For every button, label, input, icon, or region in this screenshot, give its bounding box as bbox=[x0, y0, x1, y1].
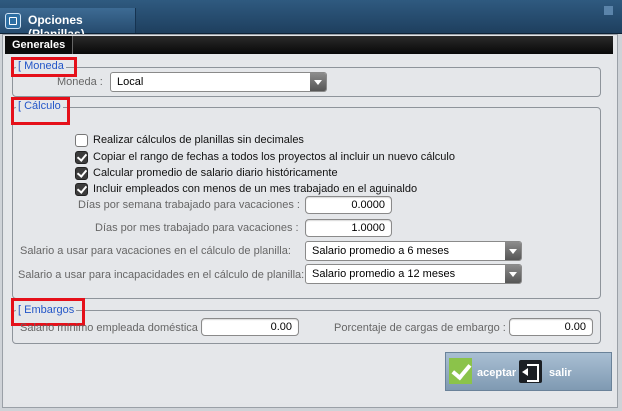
checkbox-incluir-aguinaldo[interactable] bbox=[75, 183, 88, 196]
salario-minimo-label: Salario mínimo empleada doméstica bbox=[20, 322, 198, 334]
calculo-highlight bbox=[11, 97, 70, 125]
salario-minimo-value: 0.00 bbox=[270, 321, 292, 333]
checkbox-promedio-salario[interactable] bbox=[75, 167, 88, 180]
dias-semana-value: 0.0000 bbox=[351, 199, 385, 211]
dias-semana-label: Días por semana trabajado para vacacione… bbox=[78, 199, 300, 211]
salario-incapacidades-label: Salario a usar para incapacidades en el … bbox=[18, 269, 305, 281]
dias-mes-input[interactable]: 1.0000 bbox=[305, 219, 392, 237]
window-tab[interactable]: Opciones (Planillas) bbox=[0, 8, 136, 41]
window-control-icon[interactable] bbox=[604, 6, 613, 15]
chevron-down-icon[interactable] bbox=[505, 242, 521, 260]
dias-mes-value: 1.0000 bbox=[351, 222, 385, 234]
exit-icon[interactable] bbox=[519, 360, 542, 383]
porcentaje-embargo-input[interactable]: 0.00 bbox=[509, 318, 593, 336]
window-icon bbox=[5, 13, 21, 29]
chevron-down-icon[interactable] bbox=[310, 73, 326, 91]
chevron-down-icon[interactable] bbox=[505, 265, 521, 283]
tab-generales-label: Generales bbox=[12, 39, 66, 51]
moneda-select[interactable]: Local bbox=[110, 72, 327, 92]
checkbox-sin-decimales[interactable] bbox=[75, 134, 88, 147]
porcentaje-embargo-label: Porcentaje de cargas de embargo : bbox=[334, 322, 506, 334]
checkbox-sin-decimales-label: Realizar cálculos de planillas sin decim… bbox=[93, 134, 304, 146]
dias-semana-input[interactable]: 0.0000 bbox=[305, 196, 392, 214]
tab-generales[interactable]: Generales bbox=[5, 36, 73, 54]
salario-vacaciones-label: Salario a usar para vacaciones en el cál… bbox=[20, 245, 291, 257]
moneda-selected-value: Local bbox=[117, 76, 144, 88]
checkbox-copiar-rango-fechas-label: Copiar el rango de fechas a todos los pr… bbox=[93, 151, 455, 163]
salario-minimo-input[interactable]: 0.00 bbox=[201, 318, 299, 336]
tab-strip bbox=[5, 36, 613, 54]
check-icon[interactable] bbox=[449, 358, 472, 384]
salario-vacaciones-value: Salario promedio a 6 meses bbox=[312, 245, 449, 257]
checkbox-promedio-salario-label: Calcular promedio de salario diario hist… bbox=[93, 167, 338, 179]
salario-incapacidades-value: Salario promedio a 12 meses bbox=[312, 268, 456, 280]
exit-button[interactable]: salir bbox=[549, 367, 572, 379]
checkbox-incluir-aguinaldo-label: Incluir empleados con menos de un mes tr… bbox=[93, 183, 418, 195]
checkbox-copiar-rango-fechas[interactable] bbox=[75, 151, 88, 164]
accept-button[interactable]: aceptar bbox=[477, 367, 516, 379]
porcentaje-embargo-value: 0.00 bbox=[564, 321, 586, 333]
salario-incapacidades-select[interactable]: Salario promedio a 12 meses bbox=[305, 264, 522, 284]
salario-vacaciones-select[interactable]: Salario promedio a 6 meses bbox=[305, 241, 522, 261]
dias-mes-label: Días por mes trabajado para vacaciones : bbox=[95, 222, 299, 234]
moneda-label: Moneda : bbox=[57, 76, 103, 88]
moneda-highlight bbox=[11, 57, 77, 77]
